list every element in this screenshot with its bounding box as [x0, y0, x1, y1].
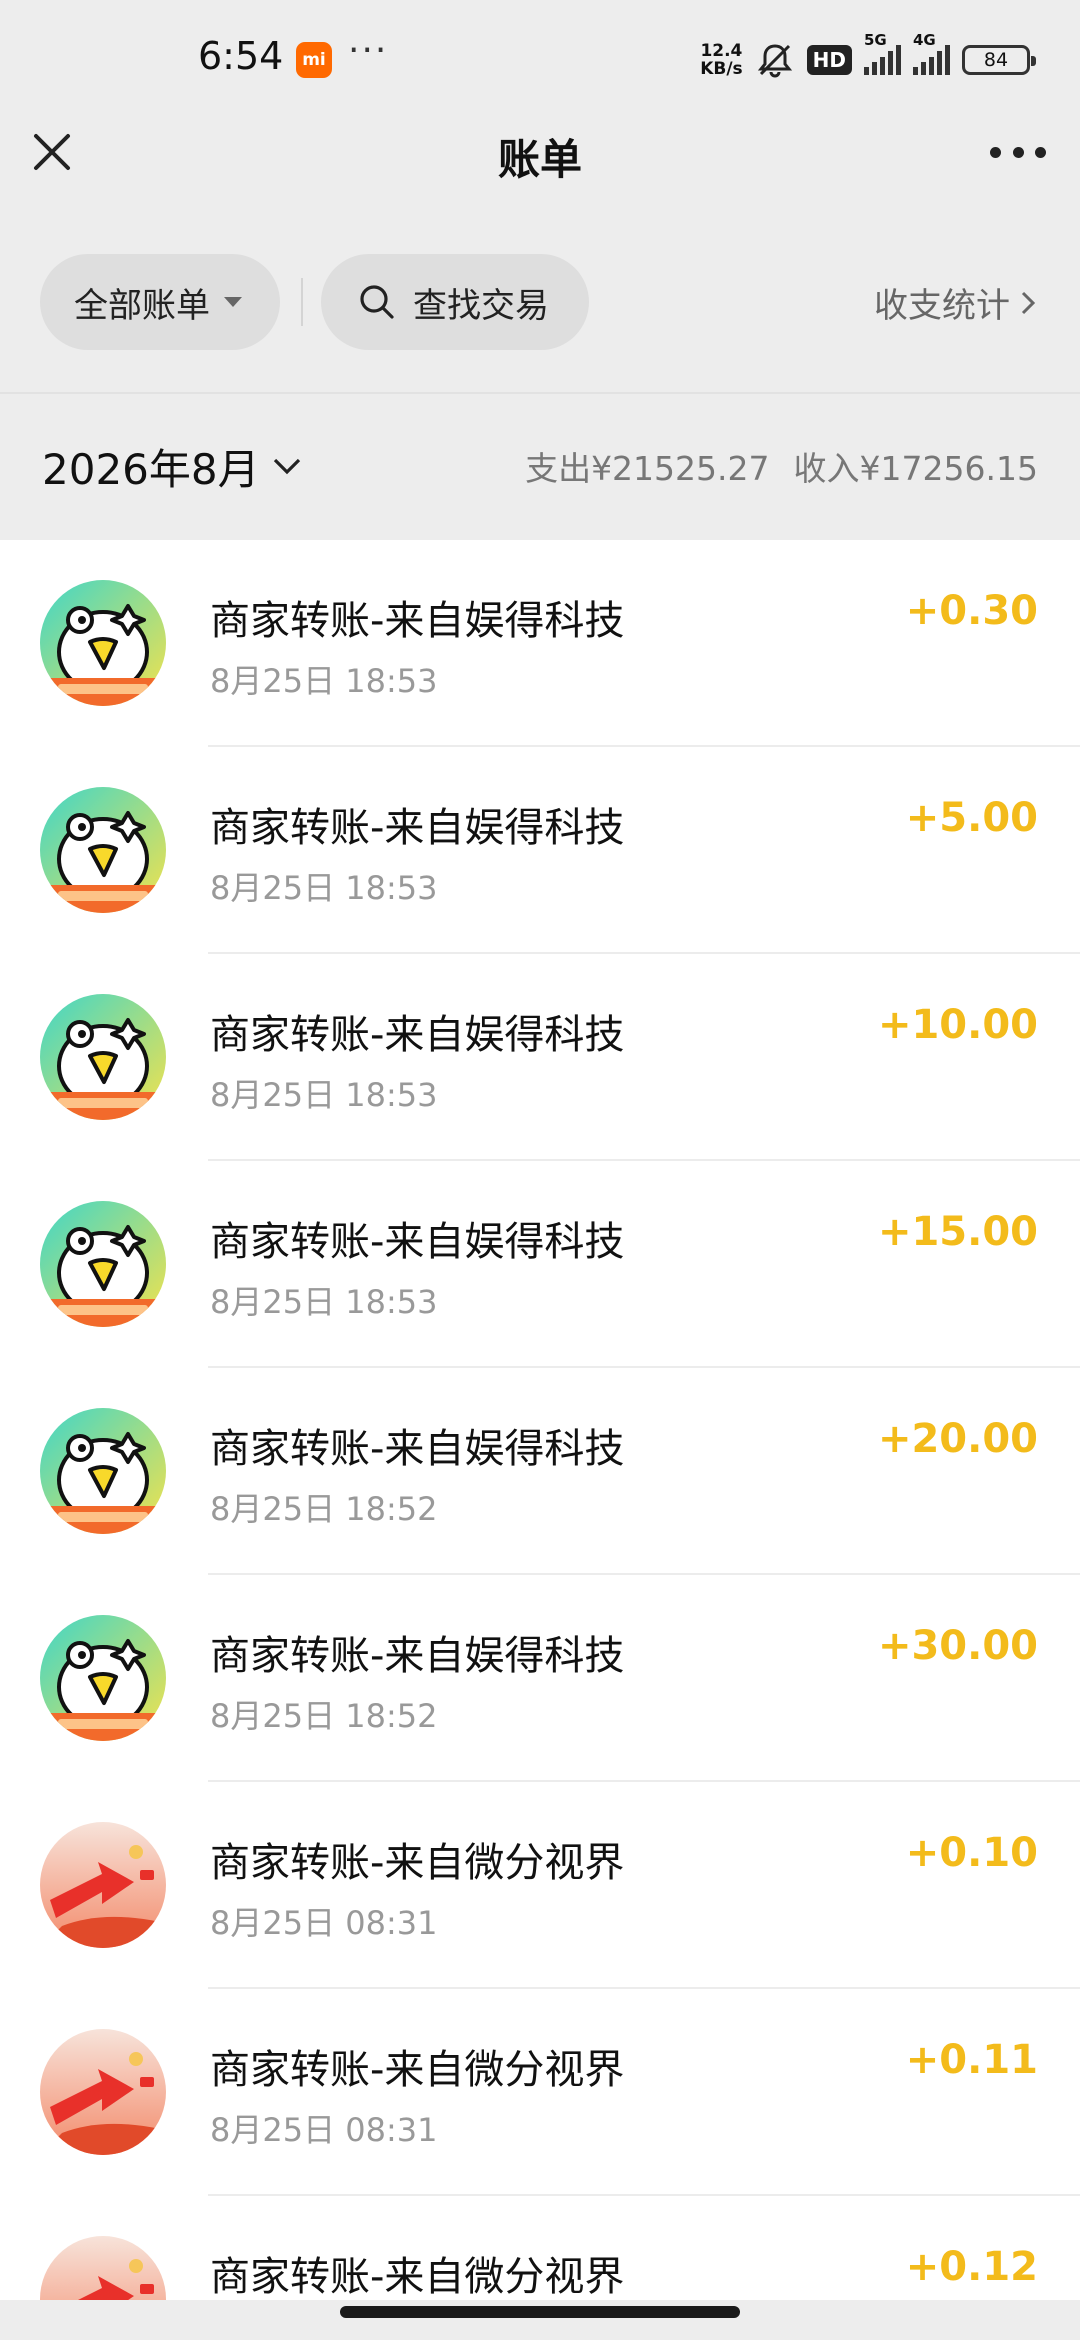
- merchant-avatar-duck: [40, 1408, 166, 1534]
- battery-icon: 84: [962, 45, 1036, 75]
- transaction-title: 商家转账-来自微分视界: [210, 2254, 625, 2300]
- transaction-amount: +0.30: [905, 588, 1038, 634]
- status-time: 6:54: [198, 34, 284, 78]
- transaction-row[interactable]: 商家转账-来自娱得科技 8月25日 18:53 +10.00: [0, 954, 1080, 1161]
- transaction-row[interactable]: 商家转账-来自娱得科技 8月25日 18:53 +15.00: [0, 1161, 1080, 1368]
- transaction-list: 商家转账-来自娱得科技 8月25日 18:53 +0.30 商家转账-来自娱得科技 8…: [0, 540, 1080, 2300]
- chevron-down-icon: [273, 458, 300, 474]
- transaction-amount: +5.00: [905, 795, 1038, 841]
- hd-voice-badge: HD: [806, 45, 852, 75]
- transaction-title: 商家转账-来自娱得科技: [210, 598, 625, 644]
- transaction-title: 商家转账-来自娱得科技: [210, 1426, 625, 1472]
- signal-4g-label: 4G: [913, 31, 936, 49]
- income-expense-stats-link[interactable]: 收支统计: [874, 278, 1038, 327]
- month-header: 2026年8月 支出¥21525.27 收入¥17256.15: [0, 394, 1080, 540]
- transaction-time: 8月25日 18:52: [210, 1490, 438, 1528]
- transaction-title: 商家转账-来自娱得科技: [210, 1219, 625, 1265]
- signal-4g-icon: 4G: [913, 31, 950, 75]
- chevron-right-icon: [1021, 291, 1036, 314]
- more-options-icon[interactable]: [990, 132, 1046, 172]
- transaction-amount: +15.00: [877, 1209, 1038, 1255]
- signal-5g-icon: 5G: [864, 31, 901, 75]
- transaction-title: 商家转账-来自微分视界: [210, 1840, 625, 1886]
- transaction-title: 商家转账-来自娱得科技: [210, 805, 625, 851]
- month-summary: 支出¥21525.27 收入¥17256.15: [525, 442, 1038, 490]
- transaction-row[interactable]: 商家转账-来自娱得科技 8月25日 18:52 +30.00: [0, 1575, 1080, 1782]
- transaction-row[interactable]: 商家转账-来自娱得科技 8月25日 18:53 +0.30: [0, 540, 1080, 747]
- transaction-time: 8月25日 18:53: [210, 662, 438, 700]
- status-icons: 12.4 KB/s HD 5G 4G 84: [700, 31, 1036, 82]
- merchant-avatar-arrow: [40, 1822, 166, 1948]
- month-income: 收入¥17256.15: [793, 449, 1038, 488]
- page-title: 账单: [497, 135, 582, 184]
- network-speed-unit: KB/s: [700, 59, 743, 79]
- transaction-amount: +0.10: [905, 1830, 1038, 1876]
- more-notifications-icon: ···: [348, 30, 389, 71]
- merchant-avatar-duck: [40, 1615, 166, 1741]
- home-indicator[interactable]: [340, 2306, 740, 2318]
- merchant-avatar-duck: [40, 1201, 166, 1327]
- search-icon: [360, 285, 394, 319]
- all-bills-label: 全部账单: [74, 285, 210, 326]
- transaction-title: 商家转账-来自娱得科技: [210, 1012, 625, 1058]
- network-speed: 12.4 KB/s: [700, 42, 742, 78]
- merchant-avatar-duck: [40, 787, 166, 913]
- nav-bar: 账单: [0, 110, 1080, 230]
- transaction-row[interactable]: 商家转账-来自微分视界 8月25日 08:31 +0.11: [0, 1989, 1080, 2196]
- transaction-amount: +20.00: [877, 1416, 1038, 1462]
- status-bar: 6:54 mi ··· 12.4 KB/s HD 5G 4G 84: [0, 0, 1080, 110]
- merchant-avatar-duck: [40, 580, 166, 706]
- transaction-time: 8月25日 18:53: [210, 1076, 438, 1114]
- close-icon[interactable]: [28, 128, 76, 176]
- filter-divider: [301, 278, 303, 326]
- transaction-time: 8月25日 08:31: [210, 2111, 438, 2149]
- transaction-time: 8月25日 18:52: [210, 1697, 438, 1735]
- all-bills-filter-button[interactable]: 全部账单: [40, 254, 280, 350]
- mute-bell-icon: [757, 44, 792, 78]
- month-selector[interactable]: 2026年8月: [42, 436, 304, 497]
- stats-label: 收支统计: [874, 286, 1010, 326]
- transaction-amount: +10.00: [877, 1002, 1038, 1048]
- transaction-amount: +0.11: [905, 2037, 1038, 2083]
- month-expense: 支出¥21525.27: [525, 449, 770, 488]
- transaction-row[interactable]: 商家转账-来自微分视界 +0.12: [0, 2196, 1080, 2300]
- transaction-time: 8月25日 18:53: [210, 869, 438, 907]
- month-label: 2026年8月: [42, 445, 260, 494]
- transaction-row[interactable]: 商家转账-来自娱得科技 8月25日 18:53 +5.00: [0, 747, 1080, 954]
- signal-5g-label: 5G: [864, 31, 887, 49]
- transaction-time: 8月25日 18:53: [210, 1283, 438, 1321]
- transaction-title: 商家转账-来自娱得科技: [210, 1633, 625, 1679]
- merchant-avatar-arrow: [40, 2029, 166, 2155]
- mi-notification-icon: mi: [296, 42, 332, 78]
- transaction-amount: +0.12: [905, 2244, 1038, 2290]
- network-speed-value: 12.4: [700, 41, 743, 61]
- search-transaction-button[interactable]: 查找交易: [321, 254, 589, 350]
- transaction-title: 商家转账-来自微分视界: [210, 2047, 625, 2093]
- merchant-avatar-arrow: [40, 2236, 166, 2300]
- transaction-time: 8月25日 08:31: [210, 1904, 438, 1942]
- transaction-amount: +30.00: [877, 1623, 1038, 1669]
- search-label: 查找交易: [413, 285, 549, 326]
- transaction-row[interactable]: 商家转账-来自娱得科技 8月25日 18:52 +20.00: [0, 1368, 1080, 1575]
- dropdown-caret-icon: [224, 297, 242, 307]
- merchant-avatar-duck: [40, 994, 166, 1120]
- transaction-row[interactable]: 商家转账-来自微分视界 8月25日 08:31 +0.10: [0, 1782, 1080, 1989]
- filter-bar: 全部账单 查找交易 收支统计: [0, 254, 1080, 350]
